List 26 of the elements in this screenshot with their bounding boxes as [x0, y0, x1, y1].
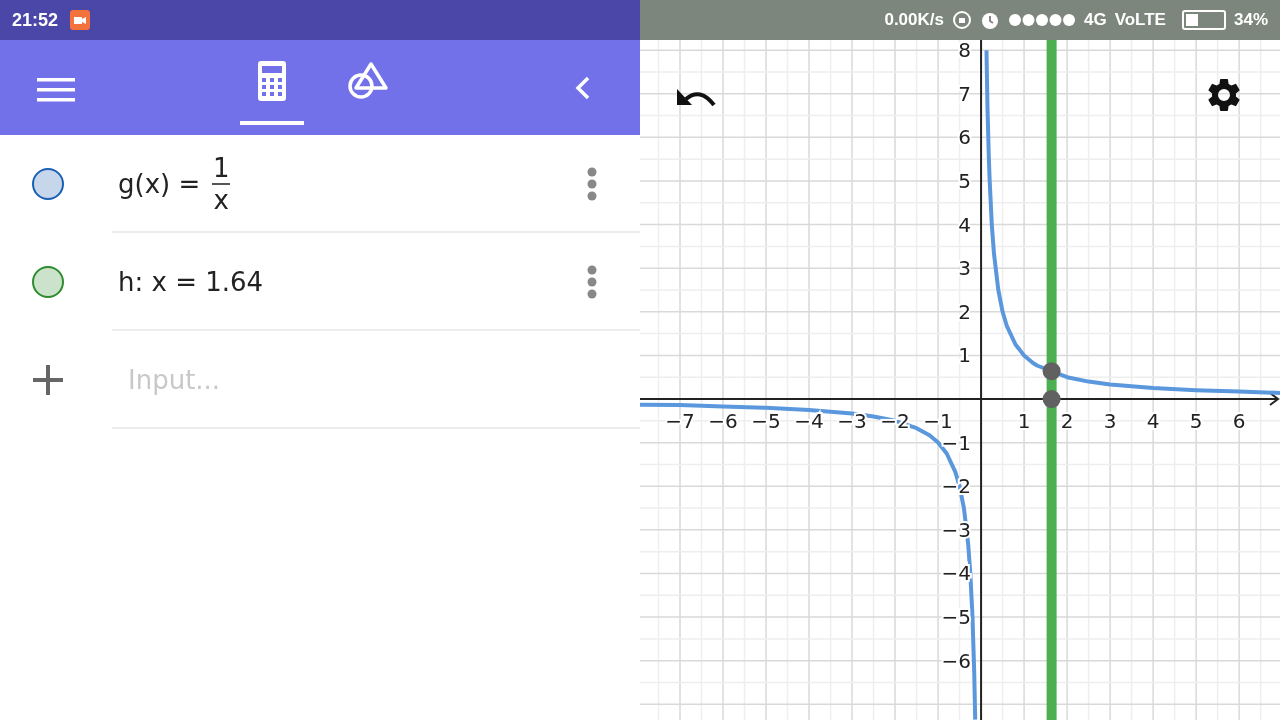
axis-label: 1: [1017, 409, 1031, 434]
axis-label: 4: [958, 212, 972, 237]
network-type: 4G: [1083, 9, 1107, 32]
axis-label: −4: [794, 409, 824, 434]
volte-label: VoLTE: [1114, 9, 1166, 32]
axis-label: 3: [1103, 409, 1117, 434]
axis-label: 1: [958, 343, 972, 368]
axis-label: −5: [941, 605, 972, 630]
axis-label: 7: [958, 81, 972, 106]
axis-label: −3: [837, 409, 867, 434]
axis-label: 5: [958, 169, 972, 193]
axis-label: 2: [1060, 409, 1074, 434]
axis-label: 6: [1232, 409, 1246, 434]
network-speed: 0.00K/s: [884, 9, 944, 32]
axis-label: 2: [958, 299, 972, 324]
axis-label: 4: [1146, 409, 1160, 434]
axis-label: 5: [1189, 409, 1203, 434]
axis-label: −6: [941, 648, 972, 673]
axis-label: −6: [708, 409, 738, 434]
status-time: 21:52: [12, 8, 59, 32]
axis-label: −5: [751, 409, 781, 434]
axis-label: 3: [958, 256, 972, 281]
axis-label: −7: [665, 409, 695, 434]
battery-percent: 34%: [1233, 9, 1268, 32]
axis-label: 8: [958, 38, 972, 63]
axis-label: 6: [958, 125, 972, 150]
